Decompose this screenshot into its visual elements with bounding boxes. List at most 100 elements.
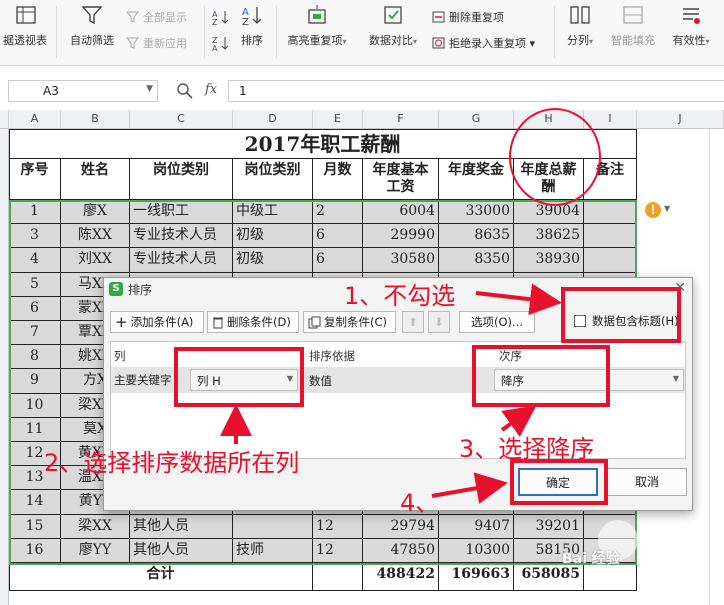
table-cell[interactable]: 廖X (61, 200, 130, 225)
table-cell[interactable]: 39201 (514, 514, 584, 539)
select-all-corner[interactable] (0, 110, 9, 129)
table-header-cell[interactable]: 备注 (584, 159, 637, 200)
table-cell[interactable]: 刘XX (61, 248, 130, 273)
move-up-button[interactable]: ⬆ (402, 311, 424, 333)
table-cell[interactable] (584, 224, 637, 249)
table-cell[interactable]: 39004 (514, 200, 584, 225)
table-cell[interactable]: 10 (9, 393, 61, 418)
table-cell[interactable]: 16 (9, 538, 61, 563)
table-cell[interactable]: 初级 (233, 248, 313, 273)
table-cell[interactable]: 6 (313, 224, 363, 249)
table-cell[interactable]: 陈XX (61, 224, 130, 249)
table-cell[interactable]: 中级工 (233, 200, 313, 225)
table-header-cell[interactable]: 序号 (9, 159, 61, 200)
sort-descending-button[interactable]: ZA (212, 34, 237, 52)
table-cell[interactable]: 其他人员 (130, 514, 233, 539)
column-header[interactable]: A (9, 110, 61, 129)
table-cell[interactable]: 其他人员 (130, 538, 233, 563)
column-header[interactable]: J (637, 110, 724, 129)
remove-duplicates-button[interactable]: 删除重复项 (432, 8, 504, 26)
table-cell[interactable]: 11 (9, 417, 61, 442)
table-cell[interactable]: 14 (9, 490, 61, 515)
column-header[interactable]: I (584, 110, 637, 129)
column-header[interactable]: B (61, 110, 130, 129)
column-header[interactable]: E (313, 110, 363, 129)
sort-condition-row[interactable]: 主要关键字 列 H ▼ 数值 降序 ▼ (111, 367, 685, 393)
table-cell[interactable]: 初级 (233, 224, 313, 249)
total-value[interactable]: 169663 (439, 563, 514, 591)
table-cell[interactable]: 47850 (363, 538, 439, 563)
table-cell[interactable] (233, 514, 313, 539)
table-header-cell[interactable]: 岗位类别 (130, 159, 233, 200)
table-cell[interactable]: 12 (313, 514, 363, 539)
table-cell[interactable]: 6 (313, 248, 363, 273)
smart-fill-button[interactable]: 智能填充 (608, 4, 658, 60)
table-cell[interactable] (584, 248, 637, 273)
copy-condition-button[interactable]: 复制条件(C) (303, 311, 396, 333)
chevron-down-icon[interactable]: ▼ (146, 84, 153, 94)
order-select[interactable]: 降序 ▼ (494, 369, 684, 391)
table-cell[interactable]: 专业技术人员 (130, 248, 233, 273)
column-header[interactable]: F (363, 110, 439, 129)
checkbox-box[interactable] (574, 315, 586, 327)
table-cell[interactable]: 38930 (514, 248, 584, 273)
pivot-table-button[interactable]: 据透视表 (0, 4, 50, 60)
name-box[interactable]: A3 ▼ (8, 80, 158, 102)
table-cell[interactable]: 2 (313, 200, 363, 225)
table-header-cell[interactable]: 年度基本工资 (363, 159, 439, 200)
table-header-cell[interactable]: 年度奖金 (439, 159, 514, 200)
table-cell[interactable]: 5 (9, 272, 61, 297)
table-cell[interactable]: 8350 (439, 248, 514, 273)
table-header-cell[interactable]: 月数 (313, 159, 363, 200)
column-select[interactable]: 列 H ▼ (190, 369, 298, 391)
column-header[interactable]: C (130, 110, 233, 129)
close-icon[interactable]: ✕ (674, 280, 686, 296)
has-header-checkbox[interactable]: 数据包含标题(H) (574, 313, 679, 329)
table-cell[interactable]: 9 (9, 369, 61, 394)
table-header-cell[interactable]: 年度总薪酬 (514, 159, 584, 200)
table-cell[interactable]: 10300 (439, 538, 514, 563)
table-cell[interactable] (584, 200, 637, 225)
chevron-down-icon[interactable]: ▼ (664, 204, 670, 213)
table-cell[interactable]: 廖YY (61, 538, 130, 563)
table-cell[interactable]: 4 (9, 248, 61, 273)
data-compare-button[interactable]: 数据对比▾ (362, 4, 424, 60)
table-cell[interactable]: 梁XX (61, 514, 130, 539)
table-cell[interactable]: 38625 (514, 224, 584, 249)
sheet-title[interactable]: 2017年职工薪酬 (9, 129, 637, 159)
column-header[interactable]: D (233, 110, 313, 129)
zoom-icon[interactable] (176, 82, 194, 100)
table-cell[interactable]: 30580 (363, 248, 439, 273)
table-cell[interactable]: 29990 (363, 224, 439, 249)
validity-button[interactable]: 有效性▾ (666, 4, 716, 60)
table-cell[interactable]: 12 (313, 538, 363, 563)
reject-duplicates-button[interactable]: 拒绝录入重复项 ▾ (432, 34, 535, 52)
table-cell[interactable]: 33000 (439, 200, 514, 225)
table-cell[interactable]: 6004 (363, 200, 439, 225)
total-label[interactable]: 合计 (9, 563, 313, 591)
basis-value[interactable]: 数值 (309, 373, 332, 389)
table-cell[interactable]: 8635 (439, 224, 514, 249)
delete-condition-button[interactable]: 删除条件(D) (207, 311, 299, 333)
add-condition-button[interactable]: + 添加条件(A) (110, 311, 204, 333)
cancel-button[interactable]: 取消 (607, 468, 687, 496)
ok-button[interactable]: 确定 (518, 468, 598, 496)
formula-input[interactable]: 1 (228, 80, 724, 102)
table-cell[interactable]: 9407 (439, 514, 514, 539)
table-cell[interactable]: 6 (9, 296, 61, 321)
highlight-duplicates-button[interactable]: 高亮重复项▾ (282, 4, 352, 60)
table-cell[interactable]: 3 (9, 224, 61, 249)
total-value[interactable]: 488422 (363, 563, 439, 591)
show-all-button[interactable]: 全部显示 (126, 8, 187, 26)
move-down-button[interactable]: ⬇ (428, 311, 450, 333)
table-cell[interactable]: 专业技术人员 (130, 224, 233, 249)
table-cell[interactable]: 7 (9, 321, 61, 346)
table-cell[interactable]: 技师 (233, 538, 313, 563)
reapply-button[interactable]: 重新应用 (126, 34, 187, 52)
sort-ascending-button[interactable]: AZ (212, 8, 237, 26)
column-header[interactable]: G (439, 110, 514, 129)
split-columns-button[interactable]: 分列▾ (560, 4, 600, 60)
options-button[interactable]: 选项(O)... (459, 311, 535, 333)
row-header-strip[interactable] (0, 129, 9, 605)
table-cell[interactable]: 15 (9, 514, 61, 539)
